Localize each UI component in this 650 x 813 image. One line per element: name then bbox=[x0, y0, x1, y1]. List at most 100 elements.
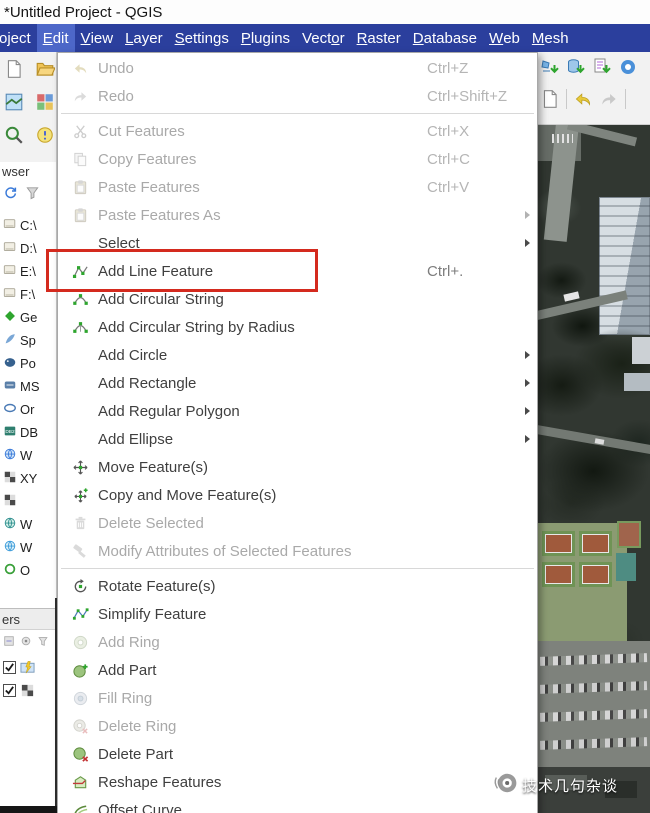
add-circular-string-icon bbox=[67, 290, 93, 308]
menu-item-label: Copy Features bbox=[98, 150, 197, 168]
menu-item-delete-part[interactable]: Delete Part bbox=[58, 740, 537, 768]
browser-item-db[interactable]: DB2 DB bbox=[0, 421, 56, 444]
menu-item-shortcut: Ctrl+Shift+Z bbox=[427, 87, 508, 105]
browser-item-w[interactable]: W bbox=[0, 536, 56, 559]
browser-panel-title: wser bbox=[2, 164, 30, 179]
browser-item-d[interactable]: D:\ bbox=[0, 237, 56, 260]
menubar-item-oject[interactable]: oject bbox=[0, 24, 37, 52]
browser-item-po[interactable]: Po bbox=[0, 352, 56, 375]
add-ring-icon bbox=[67, 633, 93, 651]
menu-item-offset-curve[interactable]: Offset Curve bbox=[58, 796, 537, 813]
menu-item-label: Add Line Feature bbox=[98, 262, 214, 280]
menu-item-add-rectangle[interactable]: Add Rectangle bbox=[58, 369, 537, 397]
menu-item-add-circular-string[interactable]: Add Circular String bbox=[58, 285, 537, 313]
browser-tree: C:\ D:\ E:\ F:\ Ge Sp Po MS Or DB2 DB W XY W W O bbox=[0, 214, 56, 582]
browser-item-label: Sp bbox=[20, 333, 36, 348]
browser-item-item[interactable] bbox=[0, 490, 56, 513]
map-pool bbox=[616, 553, 636, 581]
delete-ring-icon bbox=[67, 717, 93, 735]
menu-item-rotate-feature-s[interactable]: Rotate Feature(s) bbox=[58, 572, 537, 600]
browser-item-o[interactable]: O bbox=[0, 559, 56, 582]
menubar-item-mesh[interactable]: Mesh bbox=[526, 24, 575, 52]
open-layer-styling-icon[interactable] bbox=[2, 634, 16, 648]
oracle-icon bbox=[3, 401, 17, 418]
cut-features-icon bbox=[67, 122, 93, 140]
menu-item-label: Simplify Feature bbox=[98, 605, 207, 623]
copy-features-icon bbox=[67, 150, 93, 168]
layer-checkbox[interactable] bbox=[3, 684, 16, 697]
filter-icon[interactable] bbox=[24, 184, 41, 201]
browser-item-w[interactable]: W bbox=[0, 513, 56, 536]
ows-icon bbox=[3, 562, 17, 579]
menu-item-reshape-features[interactable]: Reshape Features bbox=[58, 768, 537, 796]
menu-item-add-part[interactable]: Add Part bbox=[58, 656, 537, 684]
browser-panel-toolbar bbox=[0, 184, 41, 201]
refresh-icon[interactable] bbox=[2, 184, 19, 201]
layer-row-1[interactable] bbox=[0, 656, 56, 679]
menu-item-add-circle[interactable]: Add Circle bbox=[58, 341, 537, 369]
menu-item-add-line-feature[interactable]: Add Line Feature Ctrl+. bbox=[58, 257, 537, 285]
menubar-item-database[interactable]: Database bbox=[407, 24, 483, 52]
menu-item-copy-and-move-feature-s[interactable]: Copy and Move Feature(s) bbox=[58, 481, 537, 509]
add-database-layer-icon[interactable] bbox=[564, 55, 588, 79]
menubar-item-web[interactable]: Web bbox=[483, 24, 526, 52]
delete-part-icon bbox=[67, 745, 93, 763]
menubar-item-vector[interactable]: Vect o r bbox=[296, 24, 351, 52]
menu-item-select[interactable]: Select bbox=[58, 229, 537, 257]
browser-item-or[interactable]: Or bbox=[0, 398, 56, 421]
layer-row-2[interactable] bbox=[0, 679, 56, 702]
menubar-item-view[interactable]: View bbox=[75, 24, 120, 52]
menubar-item-settings[interactable]: Settings bbox=[169, 24, 235, 52]
paste-features-icon bbox=[67, 178, 93, 196]
browser-item-w[interactable]: W bbox=[0, 444, 56, 467]
add-circular-string-radius-icon bbox=[67, 318, 93, 336]
redo-toolbar-icon[interactable] bbox=[597, 87, 621, 111]
identify-icon[interactable] bbox=[33, 123, 56, 147]
browser-item-xy[interactable]: XY bbox=[0, 467, 56, 490]
no-icon bbox=[67, 234, 93, 252]
menubar-item-plugins[interactable]: Plugins bbox=[235, 24, 296, 52]
menu-item-add-regular-polygon[interactable]: Add Regular Polygon bbox=[58, 397, 537, 425]
menu-item-move-feature-s[interactable]: Move Feature(s) bbox=[58, 453, 537, 481]
browser-item-c[interactable]: C:\ bbox=[0, 214, 56, 237]
menu-item-label: Add Circle bbox=[98, 346, 168, 364]
layer-checkbox[interactable] bbox=[3, 661, 16, 674]
menu-item-label: Redo bbox=[98, 87, 134, 105]
add-text-layer-icon[interactable] bbox=[590, 55, 614, 79]
wcs-icon bbox=[3, 516, 17, 533]
menu-item-add-ellipse[interactable]: Add Ellipse bbox=[58, 425, 537, 453]
browser-item-f[interactable]: F:\ bbox=[0, 283, 56, 306]
undo-toolbar-icon[interactable] bbox=[571, 87, 595, 111]
menu-item-simplify-feature[interactable]: Simplify Feature bbox=[58, 600, 537, 628]
menu-item-label: Add Circular String by Radius bbox=[98, 318, 295, 336]
browser-item-sp[interactable]: Sp bbox=[0, 329, 56, 352]
new-map-icon[interactable] bbox=[2, 90, 26, 114]
open-project-icon[interactable] bbox=[33, 57, 56, 81]
browser-item-label: DB bbox=[20, 425, 39, 440]
add-part-icon bbox=[67, 661, 93, 679]
map-court-2 bbox=[579, 531, 612, 556]
browser-item-label: D:\ bbox=[20, 241, 37, 256]
menubar-item-raster[interactable]: Raster bbox=[351, 24, 407, 52]
map-canvas[interactable] bbox=[537, 125, 650, 813]
menu-item-add-circular-string-by-radius[interactable]: Add Circular String by Radius bbox=[58, 313, 537, 341]
geopackage-icon bbox=[3, 309, 17, 326]
filter-legend-icon[interactable] bbox=[36, 634, 50, 648]
browser-item-e[interactable]: E:\ bbox=[0, 260, 56, 283]
menubar-item-layer[interactable]: Layer bbox=[119, 24, 169, 52]
menu-item-label: Add Ring bbox=[98, 633, 160, 651]
browser-item-ms[interactable]: MS bbox=[0, 375, 56, 398]
style-manager-icon[interactable] bbox=[33, 90, 56, 114]
zoom-icon[interactable] bbox=[2, 123, 26, 147]
browser-item-ge[interactable]: Ge bbox=[0, 306, 56, 329]
new-project-icon[interactable] bbox=[2, 57, 26, 81]
manage-map-themes-icon[interactable] bbox=[19, 634, 33, 648]
menu-item-label: Add Part bbox=[98, 661, 157, 679]
menubar-item-edit[interactable]: Edit bbox=[36, 24, 75, 52]
menu-item-label: Delete Selected bbox=[98, 514, 204, 532]
toolbar-row bbox=[2, 90, 56, 114]
processing-icon[interactable] bbox=[616, 55, 640, 79]
new-page-icon[interactable] bbox=[538, 87, 562, 111]
add-vector-layer-icon[interactable] bbox=[538, 55, 562, 79]
layers-panel-title: ers bbox=[0, 608, 56, 630]
